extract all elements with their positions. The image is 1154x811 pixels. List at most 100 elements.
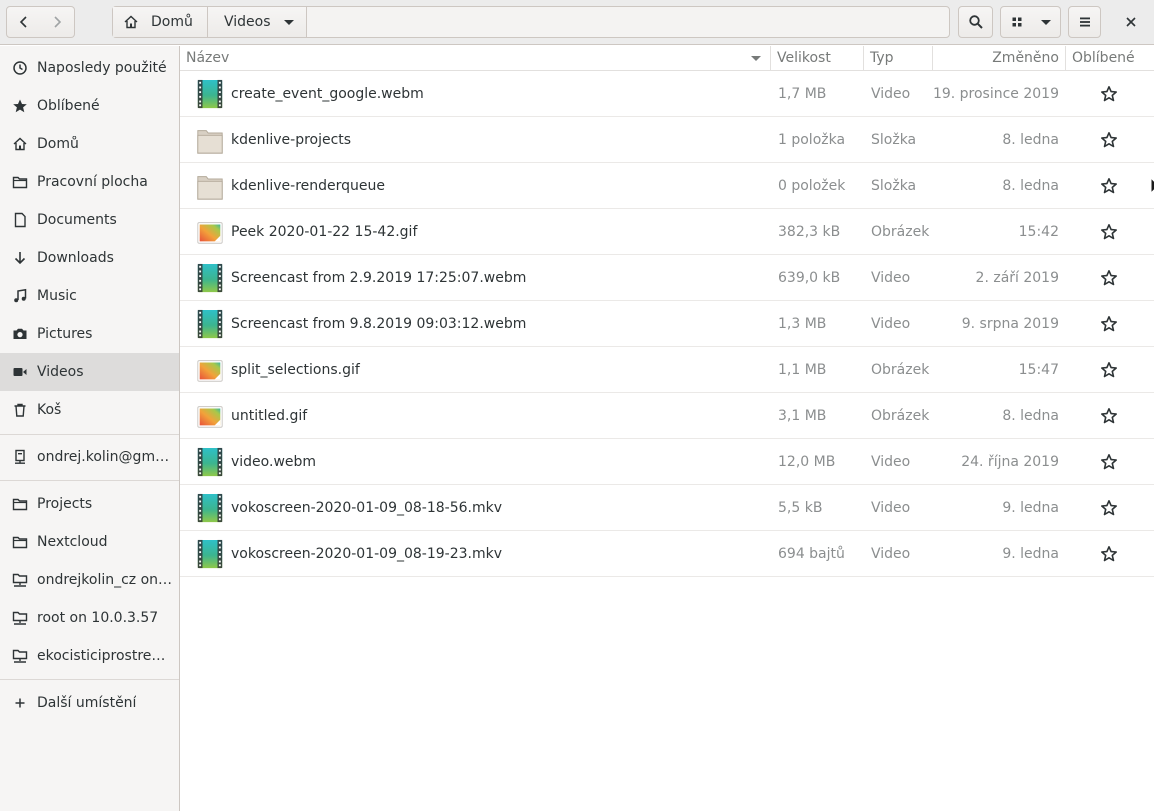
- sidebar-item-label: Nextcloud: [37, 534, 108, 550]
- sidebar-item-projects[interactable]: Projects: [0, 485, 179, 523]
- forward-button[interactable]: [40, 6, 75, 38]
- file-modified: 8. ledna: [1002, 408, 1059, 424]
- column-header-name[interactable]: Název: [180, 46, 770, 71]
- column-header-size[interactable]: Velikost: [770, 46, 863, 71]
- file-name: vokoscreen-2020-01-09_08-18-56.mkv: [231, 500, 503, 516]
- video-file-icon: [197, 539, 223, 569]
- file-row[interactable]: kdenlive-renderqueue 0 položek Složka 8. le…: [180, 163, 1154, 209]
- sidebar-item-remote-ondrejkolin[interactable]: ondrejkolin_cz on…: [0, 561, 179, 599]
- file-type: Video: [871, 546, 911, 562]
- star-outline-icon[interactable]: [1100, 407, 1118, 425]
- file-row[interactable]: Peek 2020-01-22 15-42.gif 382,3 kB Obrázek…: [180, 209, 1154, 255]
- file-row[interactable]: split_selections.gif 1,1 MB Obrázek 15:47: [180, 347, 1154, 393]
- sidebar-item-music[interactable]: Music: [0, 277, 179, 315]
- home-icon: [13, 137, 27, 151]
- sidebar-item-label: root on 10.0.3.57: [37, 610, 159, 626]
- sidebar-item-starred[interactable]: Oblíbené: [0, 87, 179, 125]
- star-outline-icon[interactable]: [1100, 131, 1118, 149]
- file-row[interactable]: untitled.gif 3,1 MB Obrázek 8. ledna: [180, 393, 1154, 439]
- grid-view-icon: [1012, 17, 1021, 27]
- path-bar-empty[interactable]: [307, 7, 949, 37]
- star-outline-icon[interactable]: [1100, 223, 1118, 241]
- sidebar-item-label: Další umístění: [37, 695, 137, 711]
- sidebar-item-home[interactable]: Domů: [0, 125, 179, 163]
- video-file-icon: [197, 263, 223, 293]
- plus-icon: [15, 698, 25, 708]
- sidebar-item-desktop[interactable]: Pracovní plocha: [0, 163, 179, 201]
- file-row[interactable]: vokoscreen-2020-01-09_08-19-23.mkv 694 ba…: [180, 531, 1154, 577]
- star-outline-icon[interactable]: [1100, 315, 1118, 333]
- sidebar-item-videos[interactable]: Videos: [0, 353, 179, 391]
- sidebar: Naposledy použité Oblíbené Domů Pracovní…: [0, 46, 180, 811]
- file-row[interactable]: vokoscreen-2020-01-09_08-18-56.mkv 5,5 kB…: [180, 485, 1154, 531]
- folder-icon: [197, 176, 223, 200]
- file-row[interactable]: Screencast from 2.9.2019 17:25:07.webm 63…: [180, 255, 1154, 301]
- sidebar-item-remote-root[interactable]: root on 10.0.3.57: [0, 599, 179, 637]
- sidebar-item-label: Oblíbené: [37, 98, 100, 114]
- folder-icon: [12, 536, 28, 549]
- network-folder-icon: [12, 649, 28, 663]
- file-modified: 2. září 2019: [975, 270, 1059, 286]
- view-mode-button[interactable]: [1000, 6, 1033, 38]
- image-file-icon: [197, 222, 223, 244]
- sidebar-separator: [0, 434, 179, 435]
- clock-icon: [13, 61, 27, 75]
- breadcrumb-home-label: Domů: [151, 14, 193, 30]
- star-outline-icon[interactable]: [1100, 269, 1118, 287]
- file-row[interactable]: Screencast from 9.8.2019 09:03:12.webm 1,…: [180, 301, 1154, 347]
- sidebar-item-other-locations[interactable]: Další umístění: [0, 684, 179, 722]
- chevron-right-icon: [54, 16, 62, 28]
- sidebar-item-pictures[interactable]: Pictures: [0, 315, 179, 353]
- file-name: kdenlive-renderqueue: [231, 178, 386, 194]
- hamburger-menu-icon: [1079, 17, 1090, 27]
- view-options-button[interactable]: [1032, 6, 1061, 38]
- column-header-label: Změněno: [992, 50, 1059, 66]
- sidebar-item-downloads[interactable]: Downloads: [0, 239, 179, 277]
- star-outline-icon[interactable]: [1100, 85, 1118, 103]
- chevron-down-icon: [284, 19, 294, 25]
- breadcrumb-home[interactable]: Domů: [113, 7, 208, 37]
- file-modified: 15:47: [1018, 362, 1059, 378]
- column-header-modified[interactable]: Změněno: [932, 46, 1065, 71]
- file-row[interactable]: create_event_google.webm 1,7 MB Video 19. p…: [180, 71, 1154, 117]
- star-outline-icon[interactable]: [1100, 453, 1118, 471]
- camera-icon: [13, 328, 27, 339]
- breadcrumb-videos[interactable]: Videos: [208, 7, 307, 37]
- back-button[interactable]: [6, 6, 41, 38]
- file-modified: 9. ledna: [1002, 500, 1059, 516]
- sidebar-item-nextcloud[interactable]: Nextcloud: [0, 523, 179, 561]
- file-size: 382,3 kB: [778, 224, 841, 240]
- star-outline-icon[interactable]: [1100, 499, 1118, 517]
- file-modified: 9. ledna: [1002, 546, 1059, 562]
- column-header-type[interactable]: Typ: [863, 46, 932, 71]
- sidebar-item-remote-ekocistici[interactable]: ekocisticiprostre…: [0, 637, 179, 675]
- column-header-favorite[interactable]: Oblíbené: [1065, 46, 1154, 71]
- image-file-icon: [197, 360, 223, 382]
- file-type: Video: [871, 270, 911, 286]
- sidebar-item-recent[interactable]: Naposledy použité: [0, 49, 179, 87]
- sidebar-item-label: Documents: [37, 212, 117, 228]
- file-name: vokoscreen-2020-01-09_08-19-23.mkv: [231, 546, 503, 562]
- sidebar-item-label: Domů: [37, 136, 79, 152]
- sidebar-item-online-account[interactable]: ondrej.kolin@gm…: [0, 438, 179, 476]
- sidebar-item-trash[interactable]: Koš: [0, 391, 179, 429]
- file-modified: 9. srpna 2019: [961, 316, 1059, 332]
- star-outline-icon[interactable]: [1100, 177, 1118, 195]
- video-file-icon: [197, 447, 223, 477]
- file-name: Peek 2020-01-22 15-42.gif: [231, 224, 418, 240]
- menu-button[interactable]: [1068, 6, 1101, 38]
- network-folder-icon: [12, 573, 28, 587]
- file-size: 1,1 MB: [778, 362, 827, 378]
- file-row[interactable]: video.webm 12,0 MB Video 24. října 2019: [180, 439, 1154, 485]
- video-file-icon: [197, 309, 223, 339]
- chevron-down-icon: [1041, 20, 1051, 25]
- close-button[interactable]: [1114, 6, 1148, 38]
- search-button[interactable]: [958, 6, 993, 38]
- file-row[interactable]: kdenlive-projects 1 položka Složka 8. ledna: [180, 117, 1154, 163]
- star-outline-icon[interactable]: [1100, 361, 1118, 379]
- trash-icon: [14, 403, 26, 417]
- star-outline-icon[interactable]: [1100, 545, 1118, 563]
- sidebar-item-documents[interactable]: Documents: [0, 201, 179, 239]
- search-icon: [968, 15, 983, 29]
- video-file-icon: [197, 79, 223, 109]
